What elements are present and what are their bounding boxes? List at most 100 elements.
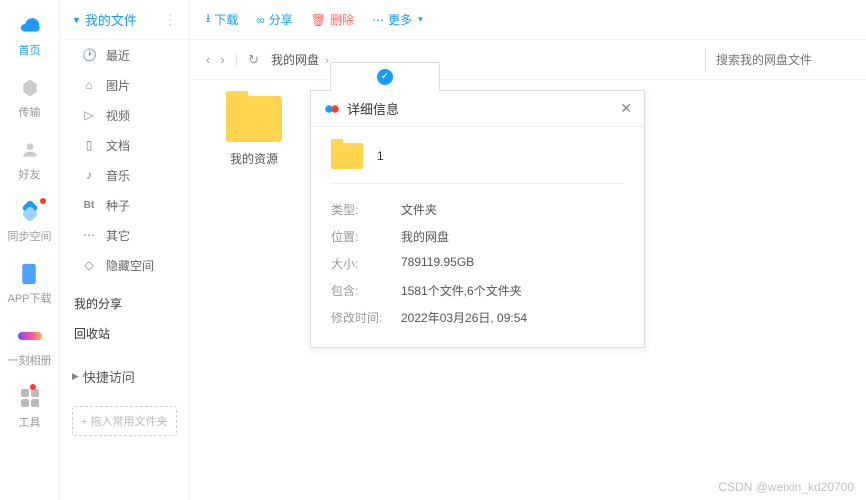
nav-refresh-button[interactable]: ↻: [248, 52, 259, 68]
watermark: CSDN @weixin_kd20700: [718, 480, 854, 494]
detail-row-modified: 修改时间:2022年03月26日, 09:54: [331, 304, 624, 331]
sidebar-item-recent[interactable]: 🕐 最近: [60, 40, 189, 70]
image-icon: ⌂: [82, 78, 96, 92]
folder-name: 我的资源: [214, 150, 294, 167]
sidebar-item-label: 种子: [106, 197, 130, 214]
detail-row-type: 类型:文件夹: [331, 196, 624, 223]
toolbar: ⭳下载 ∞分享 🗑删除 ⋯更多▾: [190, 0, 866, 40]
sidebar-item-docs[interactable]: ▯ 文档: [60, 130, 189, 160]
sidebar-header-myfiles[interactable]: ▼ 我的文件 ⋮: [60, 0, 189, 40]
sidebar-item-hidden[interactable]: ◇ 隐藏空间: [60, 250, 189, 280]
quick-add-dropzone[interactable]: + 拖入常用文件夹: [72, 406, 177, 436]
check-icon: ✓: [377, 69, 393, 85]
doc-icon: ▯: [82, 138, 96, 152]
folder-item[interactable]: 我的资源: [214, 96, 294, 167]
rail-tools[interactable]: 工具: [18, 386, 42, 430]
notification-dot-icon: [30, 384, 36, 390]
rail-label: 好友: [19, 166, 41, 182]
detail-file-row: 1: [331, 143, 624, 184]
share-button[interactable]: ∞分享: [256, 11, 293, 28]
sidebar: ▼ 我的文件 ⋮ 🕐 最近 ⌂ 图片 ▷ 视频 ▯ 文档 ♪ 音乐 Bt 种子 ⋯ 其它 ◇ 隐…: [60, 0, 190, 500]
chevron-down-icon: ▼: [72, 15, 81, 25]
sidebar-item-recycle[interactable]: 回收站: [60, 318, 189, 348]
sidebar-item-label: 图片: [106, 77, 130, 94]
lock-icon: ◇: [82, 258, 96, 272]
sidebar-header-label: 我的文件: [85, 10, 137, 29]
chevron-right-icon: ›: [325, 53, 329, 67]
bt-icon: Bt: [82, 200, 96, 211]
sidebar-item-label: 我的分享: [74, 295, 122, 312]
breadcrumb[interactable]: 我的网盘›: [271, 51, 329, 68]
clock-icon: 🕐: [82, 48, 96, 62]
trash-icon: 🗑: [311, 13, 326, 27]
rail-transfer[interactable]: 传输: [18, 76, 42, 120]
detail-row-location: 位置:我的网盘: [331, 223, 624, 250]
nav-arrows: ‹ › | ↻: [206, 52, 259, 68]
play-icon: ▷: [82, 108, 96, 122]
rail-home[interactable]: 首页: [18, 14, 42, 58]
sidebar-item-label: 视频: [106, 107, 130, 124]
nav-row: ‹ › | ↻ 我的网盘›: [190, 40, 866, 80]
sidebar-item-pictures[interactable]: ⌂ 图片: [60, 70, 189, 100]
rail-app-download[interactable]: APP下载: [7, 262, 51, 306]
rail-friends[interactable]: 好友: [18, 138, 42, 182]
close-button[interactable]: ✕: [620, 100, 632, 117]
rail-sync[interactable]: 同步空间: [8, 200, 52, 244]
rail-label: 首页: [19, 42, 41, 58]
share-icon: ∞: [256, 13, 265, 27]
sidebar-item-label: 最近: [106, 47, 130, 64]
rail-album[interactable]: 一刻相册: [8, 324, 52, 368]
rail-label: 同步空间: [8, 228, 52, 244]
chevron-right-icon: ▶: [72, 371, 79, 382]
more-icon[interactable]: ⋮: [163, 11, 177, 28]
detail-header: 详细信息 ✕: [311, 91, 644, 127]
nav-forward-button[interactable]: ›: [220, 52, 224, 68]
sidebar-header-label: 快捷访问: [83, 367, 135, 386]
cloud-icon: [18, 14, 42, 38]
rail-label: 一刻相册: [8, 352, 52, 368]
detail-tab-selected[interactable]: ✓: [330, 62, 440, 91]
sidebar-item-bt[interactable]: Bt 种子: [60, 190, 189, 220]
detail-file-name: 1: [377, 149, 384, 163]
sidebar-item-label: 音乐: [106, 167, 130, 184]
gradient-icon: [18, 324, 42, 348]
rail-label: APP下载: [7, 290, 51, 306]
nav-back-button[interactable]: ‹: [206, 52, 210, 68]
rail-label: 传输: [19, 104, 41, 120]
more-button[interactable]: ⋯更多▾: [372, 11, 423, 28]
sidebar-item-label: 隐藏空间: [106, 257, 154, 274]
folder-icon: [226, 96, 282, 142]
notification-dot-icon: [40, 198, 46, 204]
person-icon: [18, 138, 42, 162]
search-input[interactable]: [716, 53, 850, 67]
sidebar-item-video[interactable]: ▷ 视频: [60, 100, 189, 130]
music-icon: ♪: [82, 168, 96, 182]
sidebar-item-label: 其它: [106, 227, 130, 244]
dots-icon: ⋯: [82, 228, 96, 242]
sidebar-item-myshare[interactable]: 我的分享: [60, 288, 189, 318]
app-rail: 首页 传输 好友 同步空间 APP下载 一刻相册 工具: [0, 0, 60, 500]
detail-row-size: 大小:789119.95GB: [331, 250, 624, 277]
sidebar-item-label: 文档: [106, 137, 130, 154]
hex-icon: [18, 76, 42, 100]
sidebar-item-other[interactable]: ⋯ 其它: [60, 220, 189, 250]
search-box: [705, 48, 850, 72]
detail-body: 1 类型:文件夹 位置:我的网盘 大小:789119.95GB 包含:1581个…: [311, 127, 644, 347]
chevron-down-icon: ▾: [418, 14, 423, 25]
detail-title: 详细信息: [347, 99, 399, 118]
cloud-logo-icon: [323, 100, 341, 118]
detail-row-contains: 包含:1581个文件,6个文件夹: [331, 277, 624, 304]
loop-icon: [18, 200, 42, 224]
download-button[interactable]: ⭳下载: [206, 9, 238, 30]
sidebar-item-music[interactable]: ♪ 音乐: [60, 160, 189, 190]
apps-icon: [18, 386, 42, 410]
sidebar-item-label: 回收站: [74, 325, 110, 342]
rail-label: 工具: [19, 414, 41, 430]
sidebar-header-quick[interactable]: ▶ 快捷访问: [60, 356, 189, 396]
folder-icon: [331, 143, 363, 169]
download-icon: ⭳: [206, 9, 210, 30]
detail-panel: ✓ 详细信息 ✕ 1 类型:文件夹 位置:我的网盘 大小:789119.95GB…: [310, 90, 645, 348]
phone-icon: [17, 262, 41, 286]
dots-icon: ⋯: [372, 13, 384, 27]
delete-button[interactable]: 🗑删除: [311, 11, 354, 28]
